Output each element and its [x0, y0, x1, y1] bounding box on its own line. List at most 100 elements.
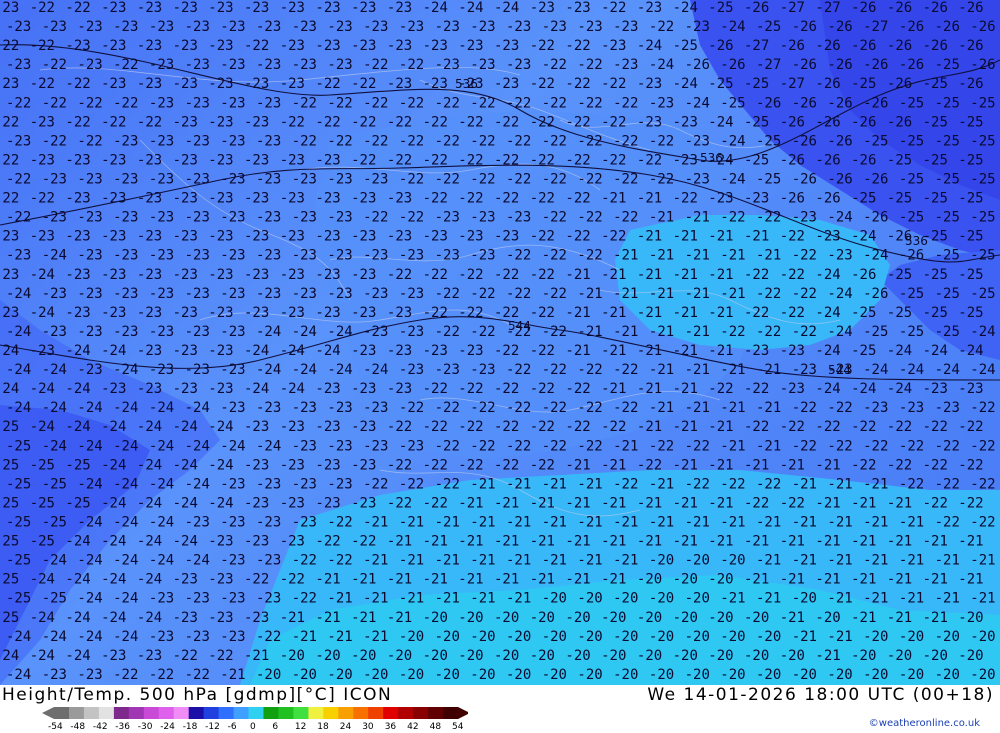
isotherm-label: -23 [220, 629, 245, 645]
isotherm-label: -27 [780, 0, 805, 16]
isotherm-label: -25 [744, 76, 769, 92]
isotherm-label: -23 [208, 0, 233, 16]
isotherm-label: -23 [137, 229, 162, 245]
isotherm-label: -23 [315, 381, 340, 397]
isotherm-label: -20 [720, 629, 745, 645]
isotherm-label: -24 [327, 362, 352, 378]
isotherm-label: -21 [399, 591, 424, 607]
isotherm-label: -23 [113, 286, 138, 302]
isotherm-label: -23 [77, 362, 102, 378]
isotherm-label: -26 [851, 114, 876, 130]
isotherm-label: -23 [244, 76, 269, 92]
isotherm-label: -26 [958, 38, 983, 54]
isotherm-label: -20 [685, 629, 710, 645]
isotherm-label: -22 [565, 76, 590, 92]
isotherm-label: -21 [327, 591, 352, 607]
isotherm-label: -20 [649, 553, 674, 569]
isotherm-label: -23 [244, 419, 269, 435]
isotherm-label: -26 [970, 57, 995, 73]
isotherm-label: -22 [470, 133, 495, 149]
isotherm-label: -23 [685, 133, 710, 149]
isotherm-label: -23 [363, 286, 388, 302]
isotherm-label: -26 [935, 19, 960, 35]
isotherm-label: -21 [708, 495, 733, 511]
isotherm-label: -20 [899, 667, 924, 683]
isotherm-label: -20 [863, 667, 888, 683]
isotherm-label: -23 [315, 191, 340, 207]
isotherm-label: -25 [6, 438, 31, 454]
isotherm-label: -24 [113, 400, 138, 416]
isotherm-label: -24 [208, 495, 233, 511]
isotherm-label: -22 [363, 95, 388, 111]
isotherm-label: -22 [649, 438, 674, 454]
isotherm-label: -24 [77, 476, 102, 492]
isotherm-label: -23 [399, 362, 424, 378]
isotherm-label: -24 [815, 343, 840, 359]
isotherm-label: -24 [30, 305, 55, 321]
isotherm-label: -23 [280, 152, 305, 168]
isotherm-label: -26 [851, 38, 876, 54]
isotherm-label: -23 [173, 381, 198, 397]
isotherm-label: -21 [637, 343, 662, 359]
isotherm-label: -22 [494, 457, 519, 473]
isotherm-label: -23 [220, 553, 245, 569]
isotherm-label: -25 [970, 133, 995, 149]
isotherm-label: -24 [256, 362, 281, 378]
isotherm-label: -24 [65, 534, 90, 550]
isotherm-label: -25 [970, 210, 995, 226]
isotherm-label: -26 [780, 114, 805, 130]
isotherm-label: -22 [613, 210, 638, 226]
isotherm-label: -23 [744, 343, 769, 359]
isotherm-label: -20 [935, 667, 960, 683]
isotherm-label: -26 [792, 57, 817, 73]
isotherm-label: -22 [649, 133, 674, 149]
isotherm-label: -23 [137, 267, 162, 283]
isotherm-label: -22 [315, 76, 340, 92]
isotherm-label: -21 [506, 591, 531, 607]
isotherm-label: -23 [280, 191, 305, 207]
isotherm-label: -26 [887, 114, 912, 130]
isotherm-label: -26 [887, 76, 912, 92]
isotherm-label: -20 [649, 667, 674, 683]
isotherm-label: -22 [601, 114, 626, 130]
isotherm-label: -24 [720, 19, 745, 35]
isotherm-label: -23 [220, 172, 245, 188]
isotherm-label: -22 [923, 419, 948, 435]
isotherm-label: -22 [30, 76, 55, 92]
isotherm-label: -23 [220, 286, 245, 302]
isotherm-label: -26 [815, 76, 840, 92]
isotherm-label: -23 [244, 534, 269, 550]
credit-link[interactable]: ©weatheronline.co.uk [869, 718, 980, 729]
isotherm-label: -23 [506, 57, 531, 73]
isotherm-label: -20 [815, 610, 840, 626]
isotherm-label: -22 [423, 152, 448, 168]
isotherm-label: -23 [42, 210, 67, 226]
isotherm-label: -23 [30, 114, 55, 130]
isotherm-label: -25 [708, 0, 733, 16]
isotherm-label: -25 [0, 610, 19, 626]
isotherm-label: -22 [470, 172, 495, 188]
isotherm-label: -20 [399, 629, 424, 645]
isotherm-label: -26 [863, 57, 888, 73]
isotherm-label: -22 [577, 172, 602, 188]
isotherm-label: -24 [185, 400, 210, 416]
isotherm-label: -26 [899, 19, 924, 35]
isotherm-label: -25 [65, 457, 90, 473]
isotherm-label: -23 [327, 400, 352, 416]
isotherm-label: -26 [827, 57, 852, 73]
isotherm-label: -23 [685, 172, 710, 188]
isotherm-label: -22 [792, 324, 817, 340]
isotherm-label: -23 [435, 19, 460, 35]
colorbar-swatch [383, 707, 399, 719]
isotherm-label: -24 [101, 419, 126, 435]
isotherm-label: -22 [577, 133, 602, 149]
colorbar-swatch [278, 707, 294, 719]
isotherm-label: -21 [744, 534, 769, 550]
isotherm-label: -21 [637, 534, 662, 550]
isotherm-label: -22 [292, 133, 317, 149]
isotherm-label: -23 [220, 248, 245, 264]
isotherm-label: -22 [899, 476, 924, 492]
isotherm-label: -22 [958, 457, 983, 473]
isotherm-label: -23 [387, 76, 412, 92]
isotherm-label: -21 [756, 248, 781, 264]
